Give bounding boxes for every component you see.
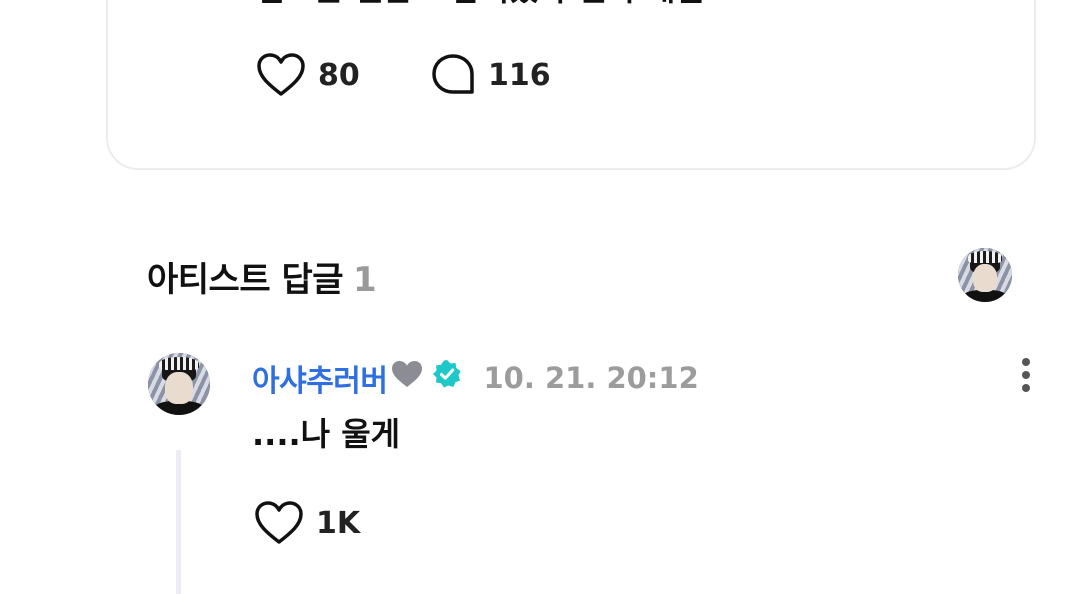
comment-like-count: 1K	[316, 505, 361, 541]
post-text: 김도훈 팬한 보람이있다 진짜 매일	[256, 0, 704, 10]
artist-avatar[interactable]	[958, 248, 1012, 302]
comment-timestamp: 10. 21. 20:12	[483, 361, 699, 395]
post-comment-count: 116	[488, 57, 551, 93]
comment-author-avatar[interactable]	[148, 353, 210, 415]
speech-bubble-icon	[432, 54, 474, 94]
post-card[interactable]: 김도훈 팬한 보람이있다 진짜 매일 80 116	[106, 0, 1036, 170]
post-like-count: 80	[318, 57, 360, 93]
artist-replies-count: 1	[353, 260, 377, 300]
post-comment-button[interactable]: 116	[430, 52, 551, 98]
heart-outline-icon	[257, 53, 305, 96]
thread-line	[176, 450, 181, 594]
grey-heart-icon	[390, 359, 424, 397]
comment-text: ....나 울게	[252, 415, 401, 453]
verified-badge-icon	[432, 359, 462, 397]
more-vertical-icon[interactable]	[1016, 356, 1036, 396]
heart-outline-icon	[255, 501, 303, 544]
artist-replies-header: 아티스트 답글 1	[147, 252, 377, 301]
comment-like-button[interactable]: 1K	[254, 500, 360, 546]
comment-meta: 아샤추러버 10. 21. 20:12	[252, 356, 699, 400]
post-like-button[interactable]: 80	[256, 52, 360, 98]
comment-author-name[interactable]: 아샤추러버	[252, 356, 388, 400]
artist-replies-title: 아티스트 답글	[147, 260, 344, 300]
comments-page: 김도훈 팬한 보람이있다 진짜 매일 80 116 아티스트 답글1	[0, 0, 1080, 594]
